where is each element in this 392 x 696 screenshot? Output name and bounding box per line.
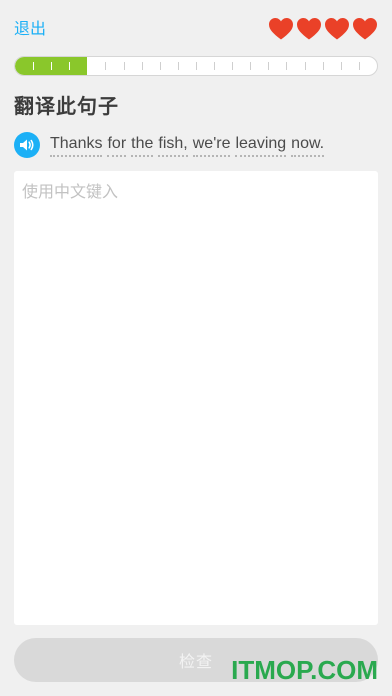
progress-segment <box>15 57 33 75</box>
progress-segment <box>340 57 359 75</box>
progress-segment <box>195 57 214 75</box>
progress-segment <box>33 57 51 75</box>
progress-segment <box>87 57 105 75</box>
progress-segment <box>69 57 87 75</box>
progress-segment <box>250 57 268 75</box>
progress-segment <box>286 57 304 75</box>
answer-box <box>14 171 378 625</box>
quit-button[interactable]: 退出 <box>14 18 46 40</box>
top-bar: 退出 <box>0 0 392 56</box>
progress-segment <box>159 57 178 75</box>
progress-ticks <box>15 57 377 75</box>
sentence-word[interactable]: leaving <box>235 134 287 157</box>
speaker-icon <box>20 139 34 151</box>
speaker-button[interactable] <box>14 132 40 158</box>
sentence-word[interactable]: we're <box>192 134 231 157</box>
progress-segment <box>51 57 69 75</box>
progress-segment <box>141 57 160 75</box>
progress-segment <box>322 57 341 75</box>
progress-segment <box>232 57 250 75</box>
sentence-word[interactable]: Thanks <box>50 134 103 157</box>
sentence-word[interactable]: the <box>131 134 154 157</box>
progress-segment <box>214 57 232 75</box>
sentence-word[interactable]: for <box>107 134 127 157</box>
lesson-progress-bar <box>14 56 378 76</box>
sentence-word[interactable]: fish, <box>158 134 188 157</box>
source-sentence: Thanks for the fish, we're leaving now. <box>50 134 325 157</box>
answer-input[interactable] <box>22 178 370 618</box>
heart-icon <box>352 17 378 41</box>
progress-segment <box>358 57 377 75</box>
lives-hearts <box>268 17 378 41</box>
progress-segment <box>268 57 286 75</box>
watermark-logo: ITMOP.COM <box>231 655 378 685</box>
progress-segment <box>105 57 123 75</box>
progress-segment <box>123 57 142 75</box>
progress-segment <box>177 57 196 75</box>
prompt-title: 翻译此句子 <box>14 94 119 118</box>
sentence-row: Thanks for the fish, we're leaving now. <box>14 131 325 159</box>
progress-segment <box>304 57 323 75</box>
heart-icon <box>268 17 294 41</box>
heart-icon <box>296 17 322 41</box>
heart-icon <box>324 17 350 41</box>
sentence-word[interactable]: now. <box>291 134 325 157</box>
